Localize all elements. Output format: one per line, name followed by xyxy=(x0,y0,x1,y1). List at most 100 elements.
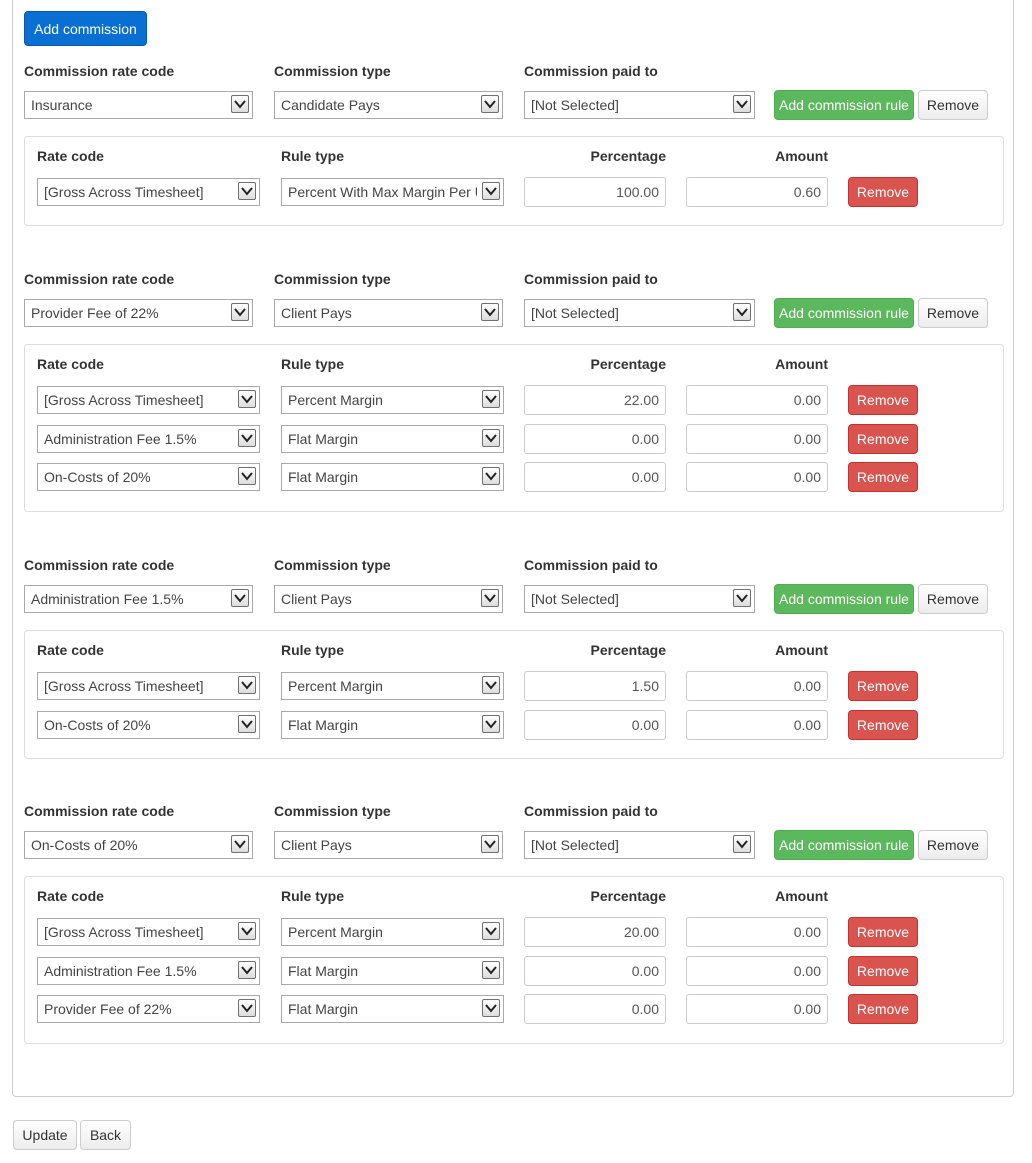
chevron-down-icon[interactable] xyxy=(482,467,500,485)
amount-input[interactable]: 0.00 xyxy=(686,671,828,701)
chevron-down-icon[interactable] xyxy=(238,676,256,694)
chevron-down-icon[interactable] xyxy=(481,589,499,607)
commission-paid-to-select[interactable]: [Not Selected] xyxy=(524,299,755,327)
commission-paid-to-select[interactable]: [Not Selected] xyxy=(524,585,755,613)
commission-rate-code-select[interactable]: On-Costs of 20% xyxy=(24,831,253,859)
amount-input[interactable]: 0.00 xyxy=(686,917,828,947)
rule-rate-code-select[interactable]: [Gross Across Timesheet] xyxy=(37,672,260,700)
chevron-down-icon[interactable] xyxy=(481,95,499,113)
update-button[interactable]: Update xyxy=(13,1120,77,1150)
remove-commission-button[interactable]: Remove xyxy=(918,584,988,614)
chevron-down-icon[interactable] xyxy=(733,835,751,853)
add-commission-rule-button[interactable]: Add commission rule xyxy=(774,830,914,860)
amount-input[interactable]: 0.00 xyxy=(686,956,828,986)
chevron-down-icon[interactable] xyxy=(482,390,500,408)
amount-input[interactable]: 0.00 xyxy=(686,710,828,740)
rule-type-select[interactable]: Flat Margin xyxy=(281,425,504,453)
amount-input[interactable]: 0.00 xyxy=(686,385,828,415)
remove-rule-button[interactable]: Remove xyxy=(848,177,918,207)
percentage-input[interactable]: 0.00 xyxy=(524,956,666,986)
chevron-down-icon[interactable] xyxy=(481,303,499,321)
rule-type-select[interactable]: Flat Margin xyxy=(281,995,504,1023)
chevron-down-icon[interactable] xyxy=(238,390,256,408)
chevron-down-icon[interactable] xyxy=(482,961,500,979)
remove-commission-button[interactable]: Remove xyxy=(918,298,988,328)
amount-input[interactable]: 0.00 xyxy=(686,424,828,454)
remove-commission-button[interactable]: Remove xyxy=(918,90,988,120)
commission-paid-to-select[interactable]: [Not Selected] xyxy=(524,831,755,859)
chevron-down-icon[interactable] xyxy=(231,835,249,853)
remove-commission-button[interactable]: Remove xyxy=(918,830,988,860)
remove-rule-button[interactable]: Remove xyxy=(848,671,918,701)
chevron-down-icon[interactable] xyxy=(238,922,256,940)
remove-rule-button[interactable]: Remove xyxy=(848,917,918,947)
rule-rate-code-select[interactable]: Provider Fee of 22% xyxy=(37,995,260,1023)
rule-rate-code-select[interactable]: Administration Fee 1.5% xyxy=(37,425,260,453)
remove-rule-button[interactable]: Remove xyxy=(848,385,918,415)
chevron-down-icon[interactable] xyxy=(231,95,249,113)
commission-rate-code-select[interactable]: Insurance xyxy=(24,91,253,119)
percentage-input[interactable]: 20.00 xyxy=(524,917,666,947)
chevron-down-icon[interactable] xyxy=(482,922,500,940)
chevron-down-icon[interactable] xyxy=(238,182,256,200)
amount-input[interactable]: 0.60 xyxy=(686,177,828,207)
rule-rate-code-select-value: [Gross Across Timesheet] xyxy=(44,678,204,694)
rule-type-select[interactable]: Percent With Max Margin Per Unit xyxy=(281,178,504,206)
chevron-down-icon[interactable] xyxy=(482,182,500,200)
percentage-input[interactable]: 0.00 xyxy=(524,424,666,454)
amount-input[interactable]: 0.00 xyxy=(686,462,828,492)
percentage-input[interactable]: 0.00 xyxy=(524,710,666,740)
rule-rate-code-select[interactable]: [Gross Across Timesheet] xyxy=(37,918,260,946)
commission-rate-code-select[interactable]: Provider Fee of 22% xyxy=(24,299,253,327)
add-commission-button[interactable]: Add commission xyxy=(24,11,147,46)
chevron-down-icon[interactable] xyxy=(733,95,751,113)
chevron-down-icon[interactable] xyxy=(231,303,249,321)
remove-rule-button[interactable]: Remove xyxy=(848,710,918,740)
chevron-down-icon[interactable] xyxy=(482,429,500,447)
commission-paid-to-select[interactable]: [Not Selected] xyxy=(524,91,755,119)
amount-input[interactable]: 0.00 xyxy=(686,994,828,1024)
add-commission-rule-button[interactable]: Add commission rule xyxy=(774,584,914,614)
rule-rate-code-select[interactable]: Administration Fee 1.5% xyxy=(37,957,260,985)
rule-type-select[interactable]: Percent Margin xyxy=(281,672,504,700)
rule-rate-code-select[interactable]: On-Costs of 20% xyxy=(37,463,260,491)
chevron-down-icon[interactable] xyxy=(482,676,500,694)
chevron-down-icon[interactable] xyxy=(481,835,499,853)
rule-type-select[interactable]: Flat Margin xyxy=(281,463,504,491)
percentage-input[interactable]: 1.50 xyxy=(524,671,666,701)
percentage-input[interactable]: 0.00 xyxy=(524,994,666,1024)
rule-type-select[interactable]: Flat Margin xyxy=(281,711,504,739)
chevron-down-icon[interactable] xyxy=(733,589,751,607)
rule-type-select[interactable]: Percent Margin xyxy=(281,918,504,946)
rule-rate-code-select[interactable]: [Gross Across Timesheet] xyxy=(37,178,260,206)
remove-rule-button[interactable]: Remove xyxy=(848,956,918,986)
commission-type-select[interactable]: Candidate Pays xyxy=(274,91,503,119)
rule-rate-code-select[interactable]: [Gross Across Timesheet] xyxy=(37,386,260,414)
percentage-input[interactable]: 22.00 xyxy=(524,385,666,415)
percentage-input[interactable]: 100.00 xyxy=(524,177,666,207)
rule-rate-code-select[interactable]: On-Costs of 20% xyxy=(37,711,260,739)
chevron-down-icon[interactable] xyxy=(238,467,256,485)
remove-rule-button[interactable]: Remove xyxy=(848,462,918,492)
chevron-down-icon[interactable] xyxy=(238,961,256,979)
chevron-down-icon[interactable] xyxy=(238,999,256,1017)
percentage-input[interactable]: 0.00 xyxy=(524,462,666,492)
chevron-down-icon[interactable] xyxy=(482,999,500,1017)
remove-rule-button[interactable]: Remove xyxy=(848,424,918,454)
rule-type-label: Rule type xyxy=(281,356,345,372)
rule-type-select[interactable]: Percent Margin xyxy=(281,386,504,414)
commission-rate-code-select[interactable]: Administration Fee 1.5% xyxy=(24,585,253,613)
chevron-down-icon[interactable] xyxy=(238,715,256,733)
chevron-down-icon[interactable] xyxy=(482,715,500,733)
rule-type-select[interactable]: Flat Margin xyxy=(281,957,504,985)
back-button[interactable]: Back xyxy=(80,1120,131,1150)
commission-type-select[interactable]: Client Pays xyxy=(274,585,503,613)
remove-rule-button[interactable]: Remove xyxy=(848,994,918,1024)
chevron-down-icon[interactable] xyxy=(733,303,751,321)
commission-type-select[interactable]: Client Pays xyxy=(274,299,503,327)
add-commission-rule-button[interactable]: Add commission rule xyxy=(774,90,914,120)
commission-type-select[interactable]: Client Pays xyxy=(274,831,503,859)
chevron-down-icon[interactable] xyxy=(238,429,256,447)
chevron-down-icon[interactable] xyxy=(231,589,249,607)
add-commission-rule-button[interactable]: Add commission rule xyxy=(774,298,914,328)
